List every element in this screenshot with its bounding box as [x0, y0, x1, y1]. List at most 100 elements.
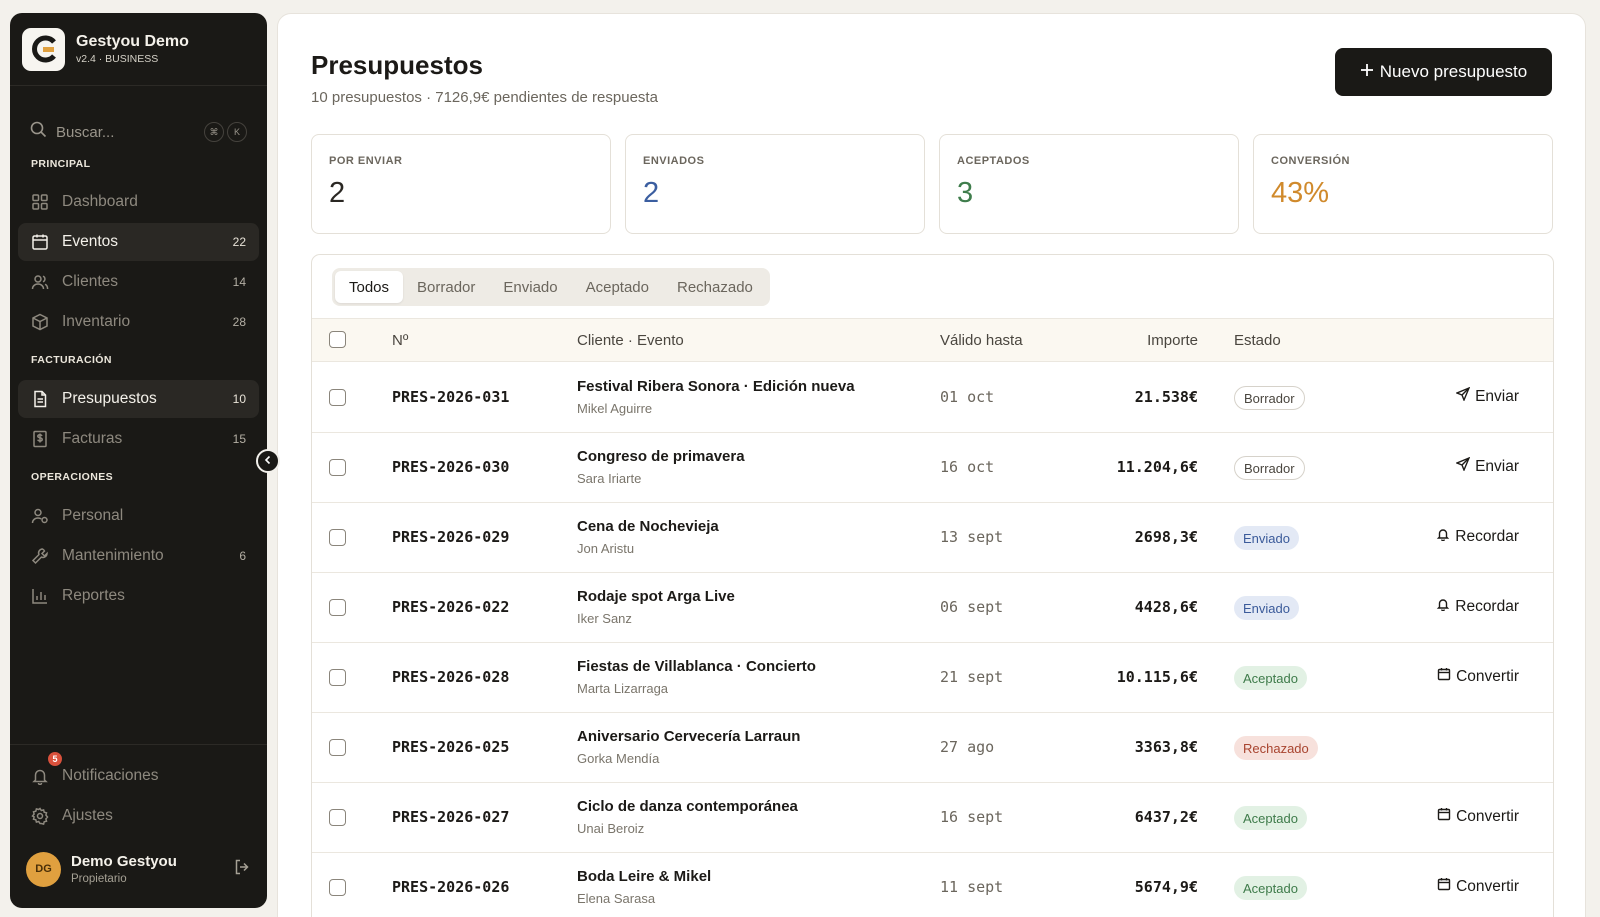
tab-todos[interactable]: Todos	[335, 271, 404, 303]
valid-until: 27 ago	[940, 738, 995, 756]
gear-icon	[31, 807, 49, 825]
user-role: Propietario	[71, 873, 127, 885]
send-icon	[1455, 386, 1471, 406]
table-row[interactable]: PRES-2026-025 Aniversario Cervecería Larr…	[312, 713, 1553, 783]
bar-chart-icon	[31, 587, 49, 605]
sidebar-item-presupuestos[interactable]: Presupuestos 10	[18, 380, 259, 418]
sidebar-item-reportes[interactable]: Reportes	[18, 577, 259, 615]
shortcut-k: K	[227, 122, 247, 142]
row-checkbox[interactable]	[329, 809, 346, 826]
budget-number[interactable]: PRES-2026-031	[392, 388, 509, 406]
send-icon	[1455, 456, 1471, 476]
column-header-amount[interactable]: Importe	[1147, 332, 1198, 349]
status-badge: Borrador	[1234, 386, 1305, 410]
status-badge: Aceptado	[1234, 806, 1307, 830]
budget-number[interactable]: PRES-2026-025	[392, 738, 509, 756]
user-profile[interactable]: DG Demo Gestyou Propietario	[26, 849, 251, 889]
stat-card-por-enviar: POR ENVIAR 2	[311, 134, 611, 234]
client-name: Elena Sarasa	[577, 891, 656, 906]
row-checkbox[interactable]	[329, 879, 346, 896]
sidebar-divider	[10, 744, 267, 745]
stat-value: 43%	[1271, 177, 1330, 209]
column-header-status[interactable]: Estado	[1234, 332, 1281, 349]
budget-number[interactable]: PRES-2026-027	[392, 808, 509, 826]
budget-number[interactable]: PRES-2026-030	[392, 458, 509, 476]
amount: 11.204,6€	[1116, 458, 1198, 476]
sidebar-item-dashboard[interactable]: Dashboard	[18, 183, 259, 221]
row-action-button[interactable]: Convertir	[1437, 807, 1519, 826]
sidebar-item-count: 28	[232, 315, 246, 329]
row-action-label: Recordar	[1455, 597, 1519, 615]
grid-icon	[31, 193, 49, 211]
calendar-icon	[31, 233, 49, 251]
event-name: Cena de Nochevieja	[577, 518, 719, 535]
table-row[interactable]: PRES-2026-030 Congreso de primavera Sara I…	[312, 433, 1553, 503]
sidebar-item-personal[interactable]: Personal	[18, 497, 259, 535]
budget-number[interactable]: PRES-2026-026	[392, 878, 509, 896]
sidebar-item-inventario[interactable]: Inventario 28	[18, 303, 259, 341]
sidebar-search[interactable]: Buscar... ⌘ K	[30, 118, 247, 146]
client-name: Gorka Mendía	[577, 751, 660, 766]
valid-until: 01 oct	[940, 388, 995, 406]
row-checkbox[interactable]	[329, 459, 346, 476]
column-header-client[interactable]: Cliente · Evento	[577, 332, 684, 349]
sidebar-item-count: 6	[239, 549, 246, 563]
calendar-icon	[1437, 807, 1451, 826]
table-row[interactable]: PRES-2026-028 Fiestas de Villablanca · Co…	[312, 643, 1553, 713]
section-principal: PRINCIPAL	[31, 158, 91, 170]
sidebar-item-mantenimiento[interactable]: Mantenimiento 6	[18, 537, 259, 575]
sidebar-item-count: 10	[232, 392, 246, 406]
table-row[interactable]: PRES-2026-031 Festival Ribera Sonora · Ed…	[312, 363, 1553, 433]
row-action-button[interactable]: Convertir	[1437, 877, 1519, 896]
sidebar-item-facturas[interactable]: Facturas 15	[18, 420, 259, 458]
sidebar-item-label: Presupuestos	[62, 390, 157, 407]
sidebar-item-ajustes[interactable]: Ajustes	[18, 797, 259, 835]
tab-enviado[interactable]: Enviado	[489, 271, 571, 303]
tab-borrador[interactable]: Borrador	[403, 271, 489, 303]
notification-badge: 5	[47, 751, 63, 767]
tab-rechazado[interactable]: Rechazado	[663, 271, 767, 303]
sidebar-item-clientes[interactable]: Clientes 14	[18, 263, 259, 301]
invoice-icon	[31, 430, 49, 448]
new-budget-button[interactable]: Nuevo presupuesto	[1335, 48, 1552, 96]
row-checkbox[interactable]	[329, 739, 346, 756]
table-row[interactable]: PRES-2026-027 Ciclo de danza contemporáne…	[312, 783, 1553, 853]
event-name: Festival Ribera Sonora · Edición nueva	[577, 378, 855, 395]
row-action-button[interactable]: Recordar	[1436, 527, 1519, 546]
select-all-checkbox[interactable]	[329, 331, 346, 348]
row-checkbox[interactable]	[329, 389, 346, 406]
brand-name: Gestyou Demo	[76, 33, 189, 50]
column-header-num[interactable]: Nº	[392, 332, 408, 349]
table-row[interactable]: PRES-2026-029 Cena de Nochevieja Jon Arist…	[312, 503, 1553, 573]
sidebar-item-notificaciones[interactable]: 5 Notificaciones	[18, 751, 259, 795]
bell-icon	[1436, 597, 1450, 616]
valid-until: 21 sept	[940, 668, 1004, 686]
table-row[interactable]: PRES-2026-022 Rodaje spot Arga Live Iker S…	[312, 573, 1553, 643]
budget-number[interactable]: PRES-2026-029	[392, 528, 509, 546]
row-checkbox[interactable]	[329, 599, 346, 616]
budgets-table: Todos Borrador Enviado Aceptado Rechazad…	[311, 254, 1554, 917]
amount: 21.538€	[1134, 388, 1198, 406]
table-row[interactable]: PRES-2026-026 Boda Leire & Mikel Elena Sar…	[312, 853, 1553, 917]
sidebar-item-eventos[interactable]: Eventos 22	[18, 223, 259, 261]
stat-label: ENVIADOS	[643, 155, 705, 167]
budget-number[interactable]: PRES-2026-028	[392, 668, 509, 686]
collapse-sidebar-button[interactable]	[256, 449, 280, 473]
client-name: Jon Aristu	[577, 541, 635, 556]
row-checkbox[interactable]	[329, 669, 346, 686]
column-header-valid[interactable]: Válido hasta	[940, 332, 1023, 349]
brand[interactable]: Gestyou Demo v2.4 · BUSINESS	[10, 13, 267, 86]
user-name: Demo Gestyou	[71, 853, 177, 870]
valid-until: 11 sept	[940, 878, 1004, 896]
tab-aceptado[interactable]: Aceptado	[572, 271, 663, 303]
logout-icon[interactable]	[233, 858, 251, 881]
search-placeholder: Buscar...	[56, 123, 115, 141]
budget-number[interactable]: PRES-2026-022	[392, 598, 509, 616]
row-action-button[interactable]: Enviar	[1455, 456, 1519, 476]
row-action-button[interactable]: Convertir	[1437, 667, 1519, 686]
plus-icon	[1360, 62, 1374, 82]
row-checkbox[interactable]	[329, 529, 346, 546]
row-action-button[interactable]: Enviar	[1455, 386, 1519, 406]
row-action-button[interactable]: Recordar	[1436, 597, 1519, 616]
section-facturacion: FACTURACIÓN	[31, 354, 112, 366]
